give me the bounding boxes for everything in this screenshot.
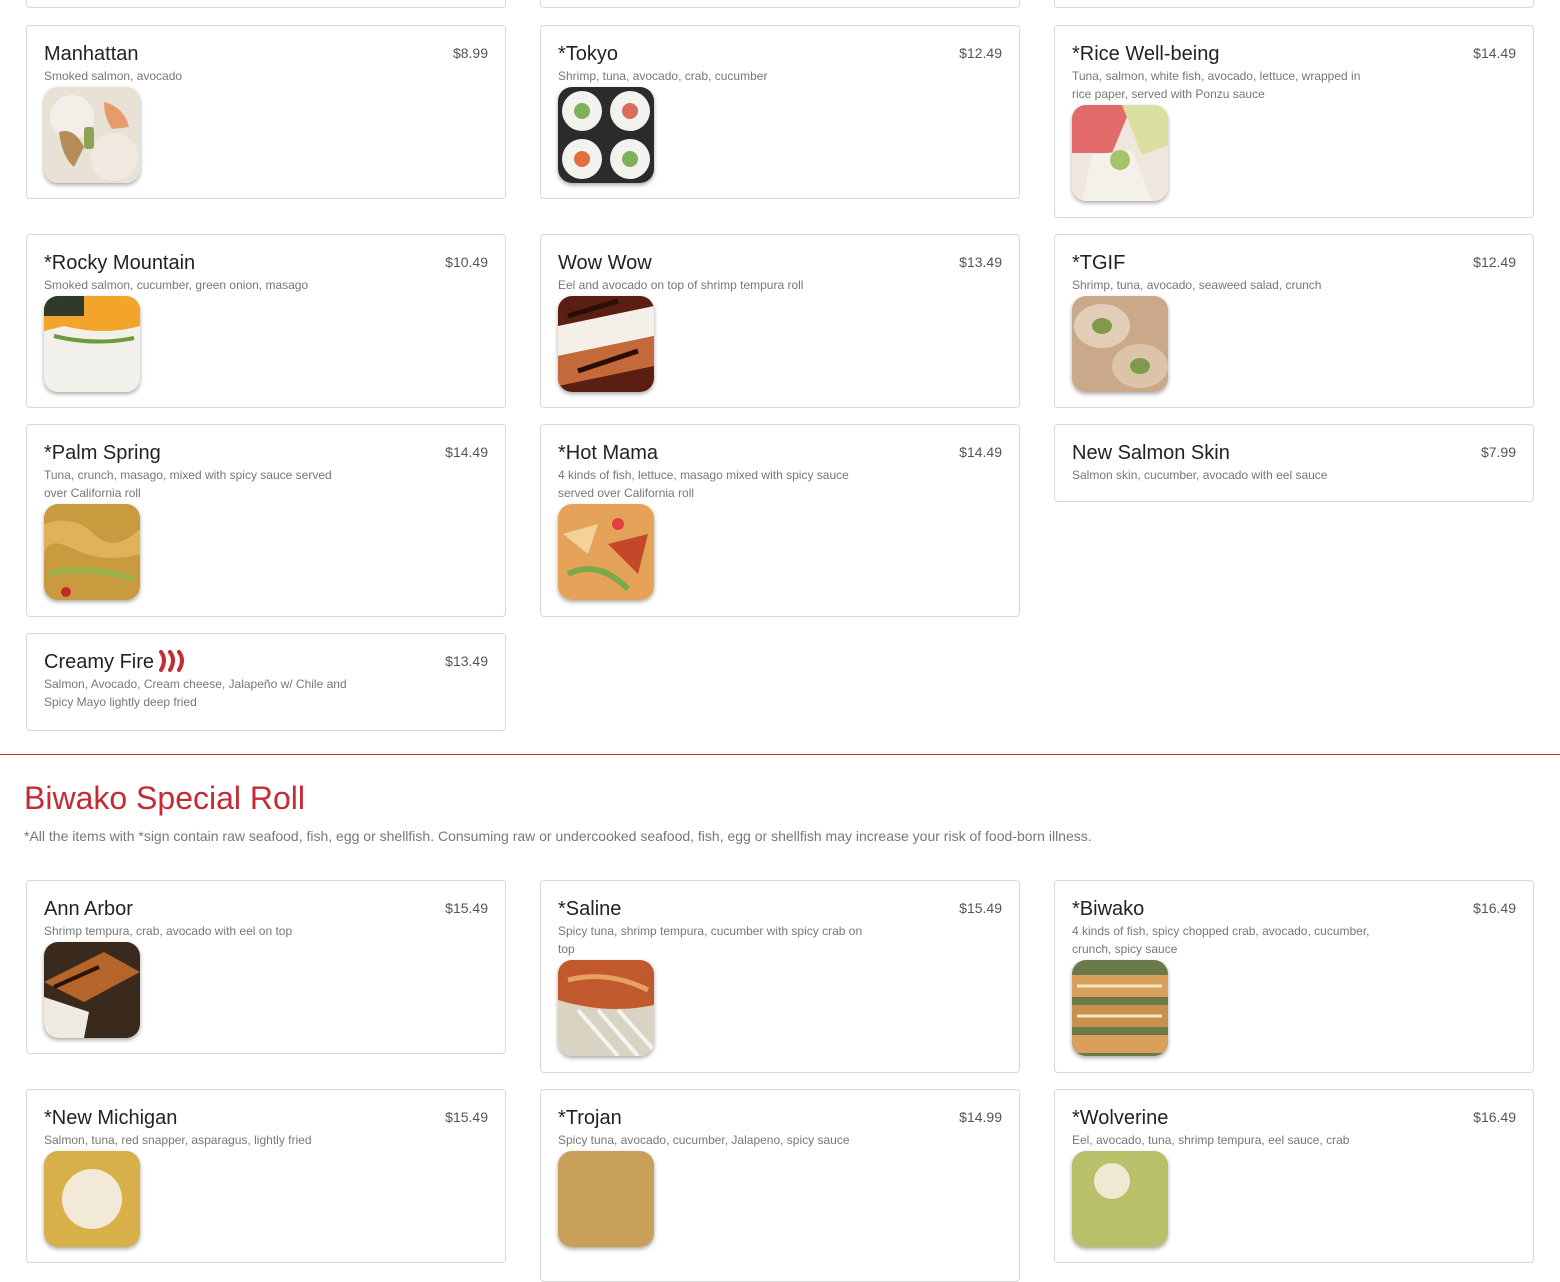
item-description: Smoked salmon, cucumber, green onion, ma…	[44, 278, 309, 292]
raw-food-disclaimer: *All the items with *sign contain raw se…	[24, 828, 1092, 844]
item-price: $10.49	[445, 254, 488, 270]
food-photo[interactable]	[1072, 296, 1168, 392]
menu-item-card[interactable]: *Rocky Mountain $10.49 Smoked salmon, cu…	[26, 234, 506, 408]
chili-pepper-icon	[158, 650, 186, 678]
item-description: Smoked salmon, avocado	[44, 69, 183, 83]
menu-item-card[interactable]: *TGIF $12.49 Shrimp, tuna, avocado, seaw…	[1054, 234, 1534, 408]
food-photo[interactable]	[44, 942, 140, 1038]
menu-item-card[interactable]: *Hot Mama $14.49 4 kinds of fish, lettuc…	[540, 424, 1020, 617]
item-name: *Saline	[558, 898, 622, 920]
item-description: Tuna, salmon, white fish, avocado, lettu…	[1072, 69, 1361, 101]
menu-item-card[interactable]: *Wolverine $16.49 Eel, avocado, tuna, sh…	[1054, 1089, 1534, 1263]
item-description: Salmon skin, cucumber, avocado with eel …	[1072, 468, 1328, 482]
item-name: *Rocky Mountain	[44, 252, 196, 274]
item-name: *Tokyo	[558, 43, 619, 65]
menu-item-card[interactable]: Creamy Fire $13.49 Salmon, Avocado, Crea…	[26, 633, 506, 731]
item-description: Spicy tuna, shrimp tempura, cucumber wit…	[558, 924, 863, 956]
item-price: $14.99	[959, 1109, 1002, 1125]
food-photo[interactable]	[558, 960, 654, 1056]
food-photo[interactable]	[558, 1151, 654, 1247]
item-description: Shrimp, tuna, avocado, seaweed salad, cr…	[1072, 278, 1322, 292]
item-description: Shrimp tempura, crab, avocado with eel o…	[44, 924, 293, 938]
food-photo[interactable]	[44, 87, 140, 183]
food-photo[interactable]	[558, 87, 654, 183]
item-description: Spicy tuna, avocado, cucumber, Jalapeno,…	[558, 1133, 850, 1147]
menu-item-card[interactable]: *Tokyo $12.49 Shrimp, tuna, avocado, cra…	[540, 25, 1020, 199]
item-description: Eel, avocado, tuna, shrimp tempura, eel …	[1072, 1133, 1350, 1147]
item-name: *Hot Mama	[558, 442, 659, 464]
item-description: Salmon, tuna, red snapper, asparagus, li…	[44, 1133, 312, 1147]
menu-item-card[interactable]: *Saline $15.49 Spicy tuna, shrimp tempur…	[540, 880, 1020, 1073]
food-photo[interactable]	[1072, 105, 1168, 201]
item-name: *Wolverine	[1072, 1107, 1169, 1129]
item-price: $14.49	[445, 444, 488, 460]
menu-item-card[interactable]: Ann Arbor $15.49 Shrimp tempura, crab, a…	[26, 880, 506, 1054]
item-description: Salmon, Avocado, Cream cheese, Jalapeño …	[44, 677, 347, 709]
menu-item-card[interactable]: New Salmon Skin $7.99 Salmon skin, cucum…	[1054, 424, 1534, 502]
item-name: Ann Arbor	[44, 898, 133, 920]
item-price: $15.49	[959, 900, 1002, 916]
menu-card-partial[interactable]	[26, 0, 506, 8]
item-price: $8.99	[452, 45, 488, 61]
item-price: $13.49	[445, 653, 488, 669]
item-name: *Rice Well-being	[1072, 43, 1220, 65]
item-name: *Biwako	[1072, 898, 1145, 920]
item-name: Manhattan	[44, 43, 139, 65]
item-price: $15.49	[445, 1109, 488, 1125]
food-photo[interactable]	[44, 296, 140, 392]
food-photo[interactable]	[558, 504, 654, 600]
menu-item-card[interactable]: *Trojan $14.99 Spicy tuna, avocado, cucu…	[540, 1089, 1020, 1282]
item-price: $14.49	[1473, 45, 1516, 61]
menu-card-partial[interactable]	[1054, 0, 1534, 8]
item-name: Wow Wow	[558, 252, 652, 274]
item-name-row: Creamy Fire	[44, 650, 488, 674]
item-price: $13.49	[959, 254, 1002, 270]
item-price: $14.49	[959, 444, 1002, 460]
item-name: Creamy Fire	[44, 651, 155, 673]
food-photo[interactable]	[1072, 960, 1168, 1056]
item-name: *TGIF	[1072, 252, 1126, 274]
section-title: Biwako Special Roll	[24, 780, 306, 816]
menu-item-card[interactable]: *Biwako $16.49 4 kinds of fish, spicy ch…	[1054, 880, 1534, 1073]
menu-card-partial[interactable]	[540, 0, 1020, 8]
food-photo[interactable]	[1072, 1151, 1168, 1247]
item-name: *Trojan	[558, 1107, 622, 1129]
item-description: Shrimp, tuna, avocado, crab, cucumber	[558, 69, 768, 83]
item-description: 4 kinds of fish, spicy chopped crab, avo…	[1072, 924, 1370, 956]
section-divider	[0, 754, 1560, 755]
food-photo[interactable]	[44, 504, 140, 600]
food-photo[interactable]	[558, 296, 654, 392]
item-description: 4 kinds of fish, lettuce, masago mixed w…	[558, 468, 849, 500]
item-price: $12.49	[1473, 254, 1516, 270]
item-description: Eel and avocado on top of shrimp tempura…	[558, 278, 804, 292]
menu-item-card[interactable]: *New Michigan $15.49 Salmon, tuna, red s…	[26, 1089, 506, 1263]
item-price: $15.49	[445, 900, 488, 916]
item-name: *Palm Spring	[44, 442, 161, 464]
item-price: $16.49	[1473, 900, 1516, 916]
menu-item-card[interactable]: Manhattan $8.99 Smoked salmon, avocado	[26, 25, 506, 199]
item-name: *New Michigan	[44, 1107, 178, 1129]
food-photo[interactable]	[44, 1151, 140, 1247]
menu-item-card[interactable]: *Rice Well-being $14.49 Tuna, salmon, wh…	[1054, 25, 1534, 218]
menu-item-card[interactable]: *Palm Spring $14.49 Tuna, crunch, masago…	[26, 424, 506, 617]
item-price: $16.49	[1473, 1109, 1516, 1125]
item-description: Tuna, crunch, masago, mixed with spicy s…	[44, 468, 332, 500]
item-price: $12.49	[959, 45, 1002, 61]
item-price: $7.99	[1480, 444, 1516, 460]
item-name: New Salmon Skin	[1072, 442, 1230, 464]
menu-item-card[interactable]: Wow Wow $13.49 Eel and avocado on top of…	[540, 234, 1020, 408]
